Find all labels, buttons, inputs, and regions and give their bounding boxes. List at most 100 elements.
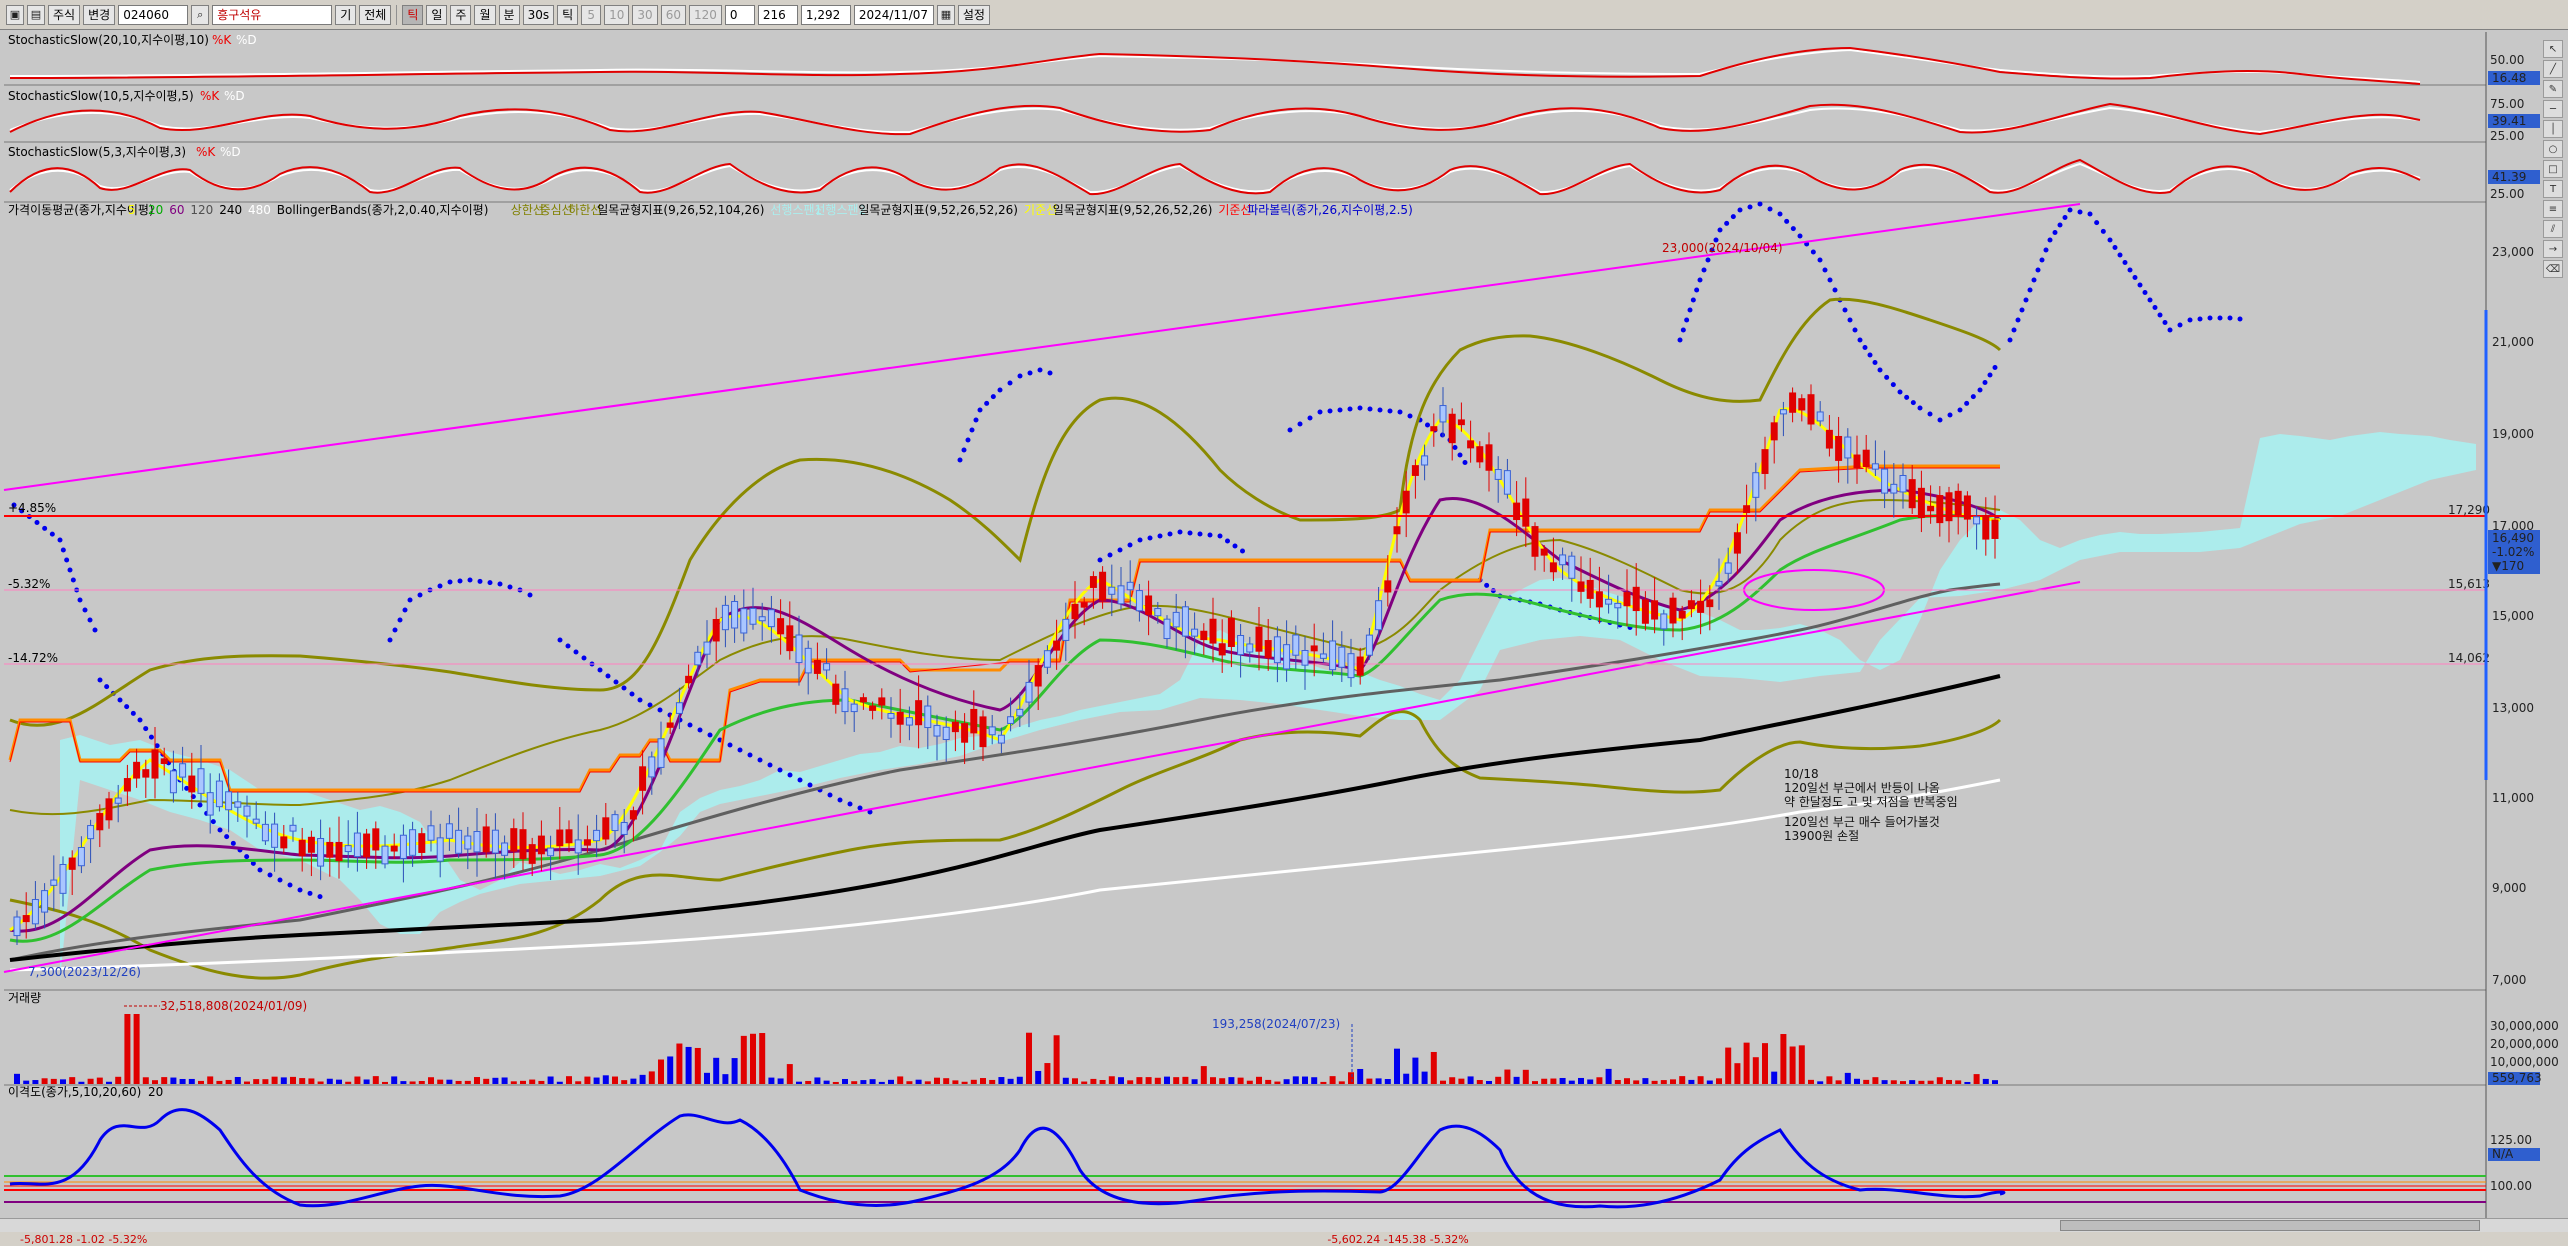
sar-dot — [67, 567, 73, 573]
text-icon[interactable]: T — [2543, 180, 2563, 198]
cursor-icon[interactable]: ↖ — [2543, 40, 2563, 58]
volume-bar — [464, 1080, 471, 1084]
stoch2-value: 39.41 — [2492, 114, 2526, 128]
all-button[interactable]: 전체 — [359, 4, 392, 25]
n-button-5[interactable]: 5 — [581, 4, 602, 25]
scroll-thumb[interactable] — [2060, 1220, 2480, 1231]
sar-dot — [1857, 337, 1863, 343]
zero-input[interactable]: 0 — [724, 4, 755, 25]
volume-bar — [69, 1077, 76, 1084]
sar-dot — [1910, 400, 1916, 406]
volume-bar — [1605, 1068, 1612, 1084]
sar-dot — [143, 726, 149, 732]
candle-body — [96, 813, 104, 831]
sar-dot — [1694, 287, 1700, 293]
candle-body — [22, 915, 30, 923]
sar-dot — [77, 597, 83, 603]
n-button-10[interactable]: 10 — [604, 4, 630, 25]
n-button-120[interactable]: 120 — [688, 4, 722, 25]
volume-bar — [989, 1079, 996, 1084]
horizontal-scrollbar[interactable] — [0, 1218, 2568, 1232]
vol-value: 559,763 — [2492, 1071, 2542, 1085]
line-icon[interactable]: ╱ — [2543, 60, 2563, 78]
tick2-button[interactable]: 틱 — [557, 4, 579, 25]
n-button-30[interactable]: 30 — [632, 4, 658, 25]
30s-button[interactable]: 30s — [522, 4, 555, 25]
period-button-1[interactable]: 기 — [335, 4, 357, 25]
sar-dot — [1982, 380, 1988, 385]
volume-bar — [234, 1076, 241, 1084]
fib-icon[interactable]: ≡ — [2543, 200, 2563, 218]
minute-button[interactable]: 분 — [498, 4, 520, 25]
sar-dot — [573, 649, 579, 655]
sar-dot — [1297, 421, 1303, 427]
volume-bar — [823, 1080, 830, 1084]
volume-bar — [1072, 1078, 1078, 1084]
circle-icon[interactable]: ○ — [2543, 140, 2563, 158]
legend-item: 일목균형지표(9,52,26,52,26) — [1053, 203, 1213, 217]
volume-bar — [1440, 1080, 1446, 1084]
sar-dot — [217, 827, 223, 833]
candle-body — [1485, 444, 1493, 471]
sar-dot — [447, 579, 453, 585]
sar-dot — [1884, 374, 1890, 380]
vline-icon[interactable]: │ — [2543, 120, 2563, 138]
candle-body — [225, 791, 233, 811]
sar-dot — [1387, 408, 1393, 414]
volume-bar — [1357, 1068, 1364, 1084]
channel-icon[interactable]: ⫽ — [2543, 220, 2563, 238]
volume-legend: 거래량 — [8, 991, 41, 1005]
window-icon[interactable]: ▤ — [27, 4, 45, 25]
candle-body — [703, 641, 711, 655]
chart-canvas[interactable]: StochasticSlow(20,10,지수이평,10) %K %D 50.0… — [0, 30, 2568, 1230]
volume-bar — [1716, 1078, 1722, 1084]
volume-bar — [474, 1077, 480, 1084]
n-button-60[interactable]: 60 — [660, 4, 686, 25]
sar-dot — [497, 581, 503, 587]
rect-icon[interactable]: □ — [2543, 160, 2563, 178]
eraser-icon[interactable]: ⌫ — [2543, 260, 2563, 278]
sar-dot — [827, 792, 833, 798]
pencil-icon[interactable]: ✎ — [2543, 80, 2563, 98]
count-input[interactable]: 216 — [757, 4, 798, 25]
sar-dot — [1680, 327, 1686, 333]
volume-bar — [1430, 1051, 1437, 1084]
calendar-icon[interactable]: ▦ — [936, 4, 955, 25]
volume-bar — [1762, 1043, 1768, 1084]
volume-bar — [1789, 1046, 1796, 1084]
sar-dot — [1197, 531, 1203, 537]
sar-dot — [2227, 315, 2233, 321]
arrow-icon[interactable]: → — [2543, 240, 2563, 258]
volume-bar — [1624, 1078, 1630, 1084]
day-button[interactable]: 일 — [426, 4, 448, 25]
sar-dot — [1992, 365, 1998, 370]
disp-tick: 125.00 — [2490, 1133, 2532, 1147]
candle-body — [1172, 611, 1180, 628]
date-input[interactable]: 2024/11/07 — [853, 4, 934, 25]
volume-bar — [943, 1078, 950, 1084]
sar-dot — [621, 685, 627, 691]
stock-name[interactable]: 흥구석유 — [212, 4, 333, 25]
volume-bar — [786, 1064, 793, 1084]
ratio-input[interactable]: 1,292 — [800, 4, 851, 25]
month-button[interactable]: 월 — [474, 4, 496, 25]
tick-button[interactable]: 틱 — [402, 4, 424, 25]
week-button[interactable]: 주 — [450, 4, 472, 25]
volume-bar — [1246, 1080, 1253, 1084]
search-icon[interactable]: ⌕ — [191, 4, 210, 25]
code-input[interactable]: 024060 — [118, 4, 189, 25]
volume-bar — [676, 1043, 683, 1084]
candle-body — [1347, 653, 1355, 679]
hline-icon[interactable]: ─ — [2543, 100, 2563, 118]
stoch1-k-label: %K — [212, 33, 232, 47]
stoch3-tick: 25.00 — [2490, 187, 2524, 201]
market-select[interactable]: 주식 — [48, 4, 81, 25]
candle-body — [1614, 602, 1622, 609]
candle-body — [105, 798, 113, 821]
change-select[interactable]: 변경 — [83, 4, 116, 25]
chart-type-icon[interactable]: ▣ — [6, 4, 24, 25]
sar-dot — [707, 732, 713, 738]
sar-dot — [1307, 415, 1313, 421]
settings-button[interactable]: 설정 — [957, 4, 990, 25]
volume-bar — [60, 1079, 66, 1084]
